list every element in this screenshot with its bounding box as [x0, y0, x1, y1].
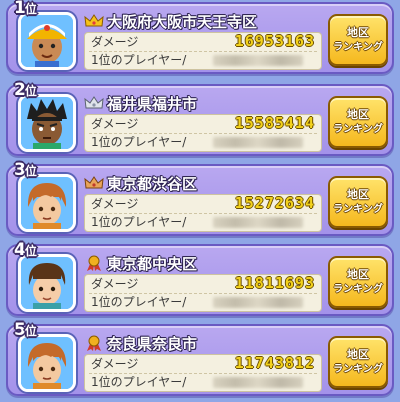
player-avatar [18, 254, 76, 312]
rank-number: 5位 [14, 320, 37, 340]
rank-number: 1位 [14, 0, 37, 18]
player-avatar [18, 334, 76, 392]
area-ranking-button[interactable]: 地区 ランキング [328, 176, 388, 228]
player-avatar [18, 94, 76, 152]
ranking-info: 大阪府大阪市天王寺区 ダメージ 16953163 1位のプレイヤー/ [84, 10, 322, 70]
area-name: 奈良県奈良市 [107, 334, 198, 353]
damage-label: ダメージ [91, 277, 139, 291]
area-name: 東京都渋谷区 [107, 174, 198, 193]
ranking-info: 福井県福井市 ダメージ 15585414 1位のプレイヤー/ [84, 92, 322, 152]
ranking-card: 3位 東京都渋谷区 ダメージ 15272634 1位のプレイヤー/ 地区 ランキ… [6, 160, 394, 236]
ranking-info: 東京都渋谷区 ダメージ 15272634 1位のプレイヤー/ [84, 172, 322, 232]
ranking-card: 5位 奈良県奈良市 ダメージ 11743812 1位のプレイヤー/ 地区 ランキ… [6, 320, 394, 396]
area-name: 福井県福井市 [107, 94, 198, 113]
rank-number: 4位 [14, 240, 37, 260]
top-player-label: 1位のプレイヤー/ [91, 53, 187, 67]
ribbon-medal-icon [87, 255, 101, 271]
ribbon-medal-icon [87, 335, 101, 351]
blurred-player-name [213, 55, 303, 66]
damage-label: ダメージ [91, 357, 139, 371]
blurred-player-name [213, 137, 303, 148]
top-player-label: 1位のプレイヤー/ [91, 295, 187, 309]
player-avatar [18, 174, 76, 232]
silver-crown-icon [84, 96, 104, 109]
bronze-crown-icon [84, 176, 104, 189]
blurred-player-name [213, 377, 303, 388]
damage-value: 15585414 [234, 114, 315, 132]
area-ranking-button[interactable]: 地区 ランキング [328, 256, 388, 308]
rank-number: 3位 [14, 160, 37, 180]
ranking-info: 奈良県奈良市 ダメージ 11743812 1位のプレイヤー/ [84, 332, 322, 392]
top-player-label: 1位のプレイヤー/ [91, 135, 187, 149]
rank-number: 2位 [14, 80, 37, 100]
damage-value: 15272634 [234, 194, 315, 212]
area-ranking-button[interactable]: 地区 ランキング [328, 336, 388, 388]
ranking-card: 1位 大阪府大阪市天王寺区 ダメージ 16953163 1位のプレイヤー/ 地区… [6, 0, 394, 74]
ranking-info: 東京都中央区 ダメージ 11811693 1位のプレイヤー/ [84, 252, 322, 312]
gold-crown-icon [84, 14, 104, 27]
blurred-player-name [213, 217, 303, 228]
area-name: 東京都中央区 [107, 254, 198, 273]
ranking-list: 1位 大阪府大阪市天王寺区 ダメージ 16953163 1位のプレイヤー/ 地区… [0, 0, 400, 402]
area-name: 大阪府大阪市天王寺区 [107, 12, 258, 31]
damage-value: 16953163 [234, 32, 315, 50]
damage-label: ダメージ [91, 117, 139, 131]
damage-label: ダメージ [91, 35, 139, 49]
top-player-label: 1位のプレイヤー/ [91, 215, 187, 229]
damage-value: 11743812 [234, 354, 315, 372]
area-ranking-button[interactable]: 地区 ランキング [328, 96, 388, 148]
damage-label: ダメージ [91, 197, 139, 211]
blurred-player-name [213, 297, 303, 308]
area-ranking-button[interactable]: 地区 ランキング [328, 14, 388, 66]
damage-value: 11811693 [234, 274, 315, 292]
top-player-label: 1位のプレイヤー/ [91, 375, 187, 389]
ranking-card: 2位 福井県福井市 ダメージ 15585414 1位のプレイヤー/ 地区 ランキ… [6, 80, 394, 156]
player-avatar [18, 12, 76, 70]
ranking-card: 4位 東京都中央区 ダメージ 11811693 1位のプレイヤー/ 地区 ランキ… [6, 240, 394, 316]
